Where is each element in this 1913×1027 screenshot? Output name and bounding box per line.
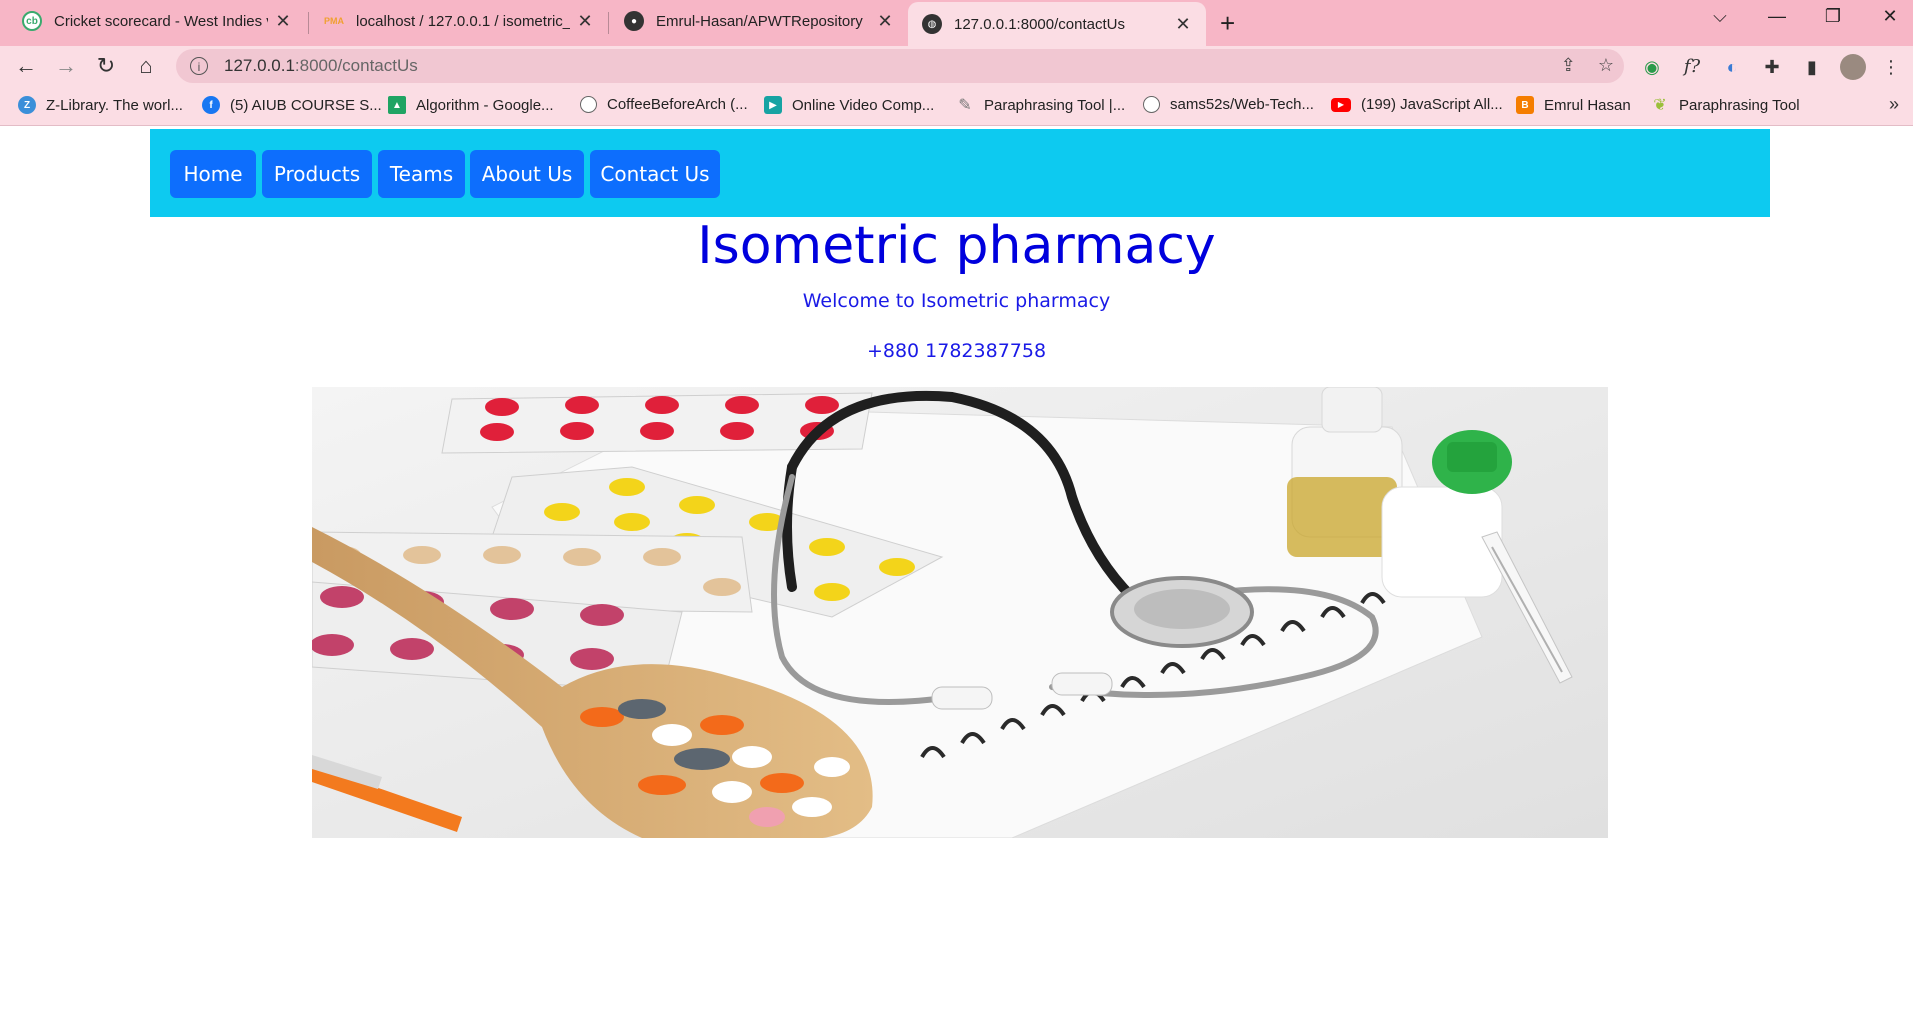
play-icon: ▶: [764, 96, 782, 114]
nav-home-button[interactable]: Home: [170, 150, 256, 198]
extensions-puzzle-icon[interactable]: ✚: [1761, 56, 1783, 78]
bookmark-label: CoffeeBeforeArch (...: [607, 96, 748, 113]
home-icon[interactable]: ⌂: [132, 52, 160, 80]
page-title: Isometric pharmacy: [697, 216, 1216, 276]
minimize-icon[interactable]: —: [1757, 6, 1797, 27]
bookmark-label: sams52s/Web-Tech...: [1170, 96, 1314, 113]
bookmark-item[interactable]: f (5) AIUB COURSE S...: [202, 96, 382, 114]
share-icon[interactable]: ⇪: [1561, 55, 1576, 76]
bookmark-star-icon[interactable]: ☆: [1598, 55, 1614, 76]
bookmark-item[interactable]: Z Z-Library. The worl...: [18, 96, 183, 114]
address-url: 127.0.0.1:8000/contactUs: [224, 56, 418, 76]
bookmark-label: Emrul Hasan: [1544, 96, 1631, 114]
pharmacy-illustration: [312, 387, 1608, 838]
tab-cricket-scorecard[interactable]: cb Cricket scorecard - West Indies v ✕: [8, 0, 306, 42]
site-navbar: Home Products Teams About Us Contact Us: [150, 129, 1770, 217]
bookmark-label: (199) JavaScript All...: [1361, 96, 1503, 113]
new-tab-plus-icon[interactable]: +: [1220, 8, 1235, 39]
bookmarks-bar: Z Z-Library. The worl... f (5) AIUB COURSE…: [0, 86, 1913, 126]
blogger-icon: B: [1516, 96, 1534, 114]
tab-github-repo[interactable]: ● Emrul-Hasan/APWTRepository ✕: [610, 0, 908, 42]
bookmark-label: Paraphrasing Tool |...: [984, 96, 1126, 114]
phone-number: +880 1782387758: [866, 340, 1047, 362]
tab-separator: [308, 12, 309, 34]
facebook-icon: f: [202, 96, 220, 114]
address-bar[interactable]: i 127.0.0.1:8000/contactUs ⇪ ☆: [176, 49, 1624, 83]
nav-about-button[interactable]: About Us: [470, 150, 584, 198]
github-icon: [1143, 96, 1160, 113]
more-bookmarks-chevron-icon[interactable]: »: [1889, 94, 1899, 115]
close-tab-icon[interactable]: ✕: [274, 11, 292, 32]
tab-search-chevron-icon[interactable]: ⌵: [1700, 6, 1740, 27]
nav-contact-button[interactable]: Contact Us: [590, 150, 720, 198]
side-panel-icon[interactable]: ▮: [1801, 56, 1823, 78]
translate-extension-icon[interactable]: ◐: [1721, 56, 1743, 78]
profile-avatar[interactable]: [1840, 54, 1866, 80]
leaf-icon: ❦: [1653, 97, 1667, 114]
nav-products-button[interactable]: Products: [262, 150, 372, 198]
bookmark-item[interactable]: ✎ Paraphrasing Tool |...: [956, 96, 1126, 115]
google-drive-icon: ▲: [388, 96, 406, 114]
extension-globe-icon[interactable]: ◉: [1641, 56, 1663, 78]
menu-kebab-icon[interactable]: ⋮: [1880, 56, 1902, 78]
tab-phpmyadmin[interactable]: PMA localhost / 127.0.0.1 / isometric_p …: [310, 0, 608, 42]
tab-title: 127.0.0.1:8000/contactUs: [954, 15, 1125, 33]
hero-image: [312, 387, 1608, 838]
bookmark-label: (5) AIUB COURSE S...: [230, 96, 382, 114]
site-info-icon[interactable]: i: [190, 57, 208, 75]
close-tab-icon[interactable]: ✕: [576, 11, 594, 32]
bookmark-label: Algorithm - Google...: [416, 96, 554, 114]
close-tab-icon[interactable]: ✕: [876, 11, 894, 32]
url-path: :8000/contactUs: [294, 56, 418, 75]
feather-icon: ✎: [958, 97, 972, 114]
bookmark-item[interactable]: sams52s/Web-Tech...: [1143, 96, 1314, 113]
bookmark-item[interactable]: ▶ (199) JavaScript All...: [1331, 96, 1503, 113]
tab-title: Emrul-Hasan/APWTRepository: [656, 12, 863, 30]
tab-title: Cricket scorecard - West Indies v: [54, 12, 268, 30]
bookmark-item[interactable]: ▶ Online Video Comp...: [764, 96, 934, 114]
bookmark-label: Z-Library. The worl...: [46, 96, 183, 114]
browser-toolbar: ← → ↻ ⌂ i 127.0.0.1:8000/contactUs ⇪ ☆ ◉…: [0, 46, 1913, 86]
github-icon: ●: [624, 11, 644, 31]
welcome-text: Welcome to Isometric pharmacy: [802, 290, 1111, 312]
cricbuzz-icon: cb: [22, 11, 42, 31]
reload-icon[interactable]: ↻: [92, 52, 120, 80]
bookmark-item[interactable]: B Emrul Hasan: [1516, 96, 1631, 114]
phpmyadmin-icon: PMA: [324, 16, 344, 26]
tab-title: localhost / 127.0.0.1 / isometric_p: [356, 12, 570, 30]
close-window-icon[interactable]: ✕: [1870, 6, 1910, 27]
close-tab-icon[interactable]: ✕: [1174, 14, 1192, 35]
browser-tab-strip: cb Cricket scorecard - West Indies v ✕ P…: [0, 0, 1913, 46]
restore-icon[interactable]: ❐: [1813, 6, 1853, 27]
bookmark-item[interactable]: CoffeeBeforeArch (...: [580, 96, 748, 113]
youtube-icon: ▶: [1331, 97, 1351, 112]
github-icon: [580, 96, 597, 113]
bookmark-label: Paraphrasing Tool: [1679, 96, 1800, 114]
globe-icon: ◍: [922, 14, 942, 34]
bookmark-label: Online Video Comp...: [792, 96, 935, 114]
forward-arrow-icon[interactable]: →: [52, 52, 80, 80]
bookmark-item[interactable]: ▲ Algorithm - Google...: [388, 96, 554, 114]
bookmark-item[interactable]: ❦ Paraphrasing Tool: [1651, 96, 1800, 115]
back-arrow-icon[interactable]: ←: [12, 52, 40, 80]
url-host: 127.0.0.1: [224, 56, 295, 75]
nav-teams-button[interactable]: Teams: [378, 150, 465, 198]
zlibrary-icon: Z: [18, 96, 36, 114]
tab-separator: [608, 12, 609, 34]
tab-contact-us-active[interactable]: ◍ 127.0.0.1:8000/contactUs ✕: [908, 2, 1206, 46]
formula-extension-icon[interactable]: f?: [1681, 56, 1703, 78]
